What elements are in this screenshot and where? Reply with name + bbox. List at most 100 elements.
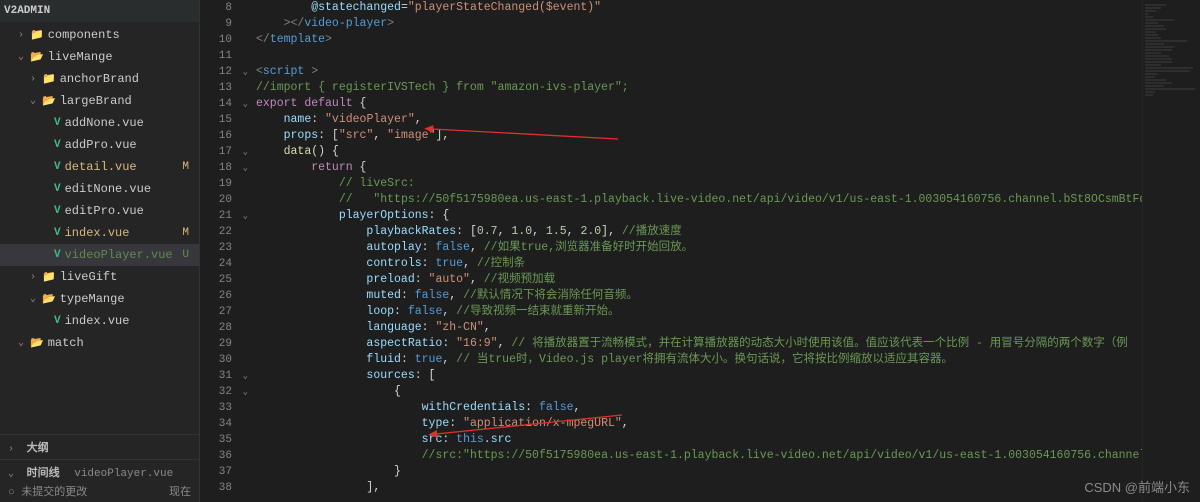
line-number: 14⌄: [200, 96, 250, 112]
line-number: 18⌄: [200, 160, 250, 176]
fold-icon[interactable]: ⌄: [243, 96, 248, 112]
tree-root[interactable]: V2ADMIN: [0, 0, 199, 22]
code-line[interactable]: muted: false, //默认情况下将会消除任何音频。: [250, 288, 1142, 304]
folder-icon: 📂: [42, 292, 56, 306]
chevron-icon: ›: [8, 444, 20, 455]
tree-file[interactable]: VaddNone.vue: [0, 112, 199, 134]
fold-icon[interactable]: ⌄: [243, 208, 248, 224]
code-line[interactable]: }: [250, 464, 1142, 480]
tree-file[interactable]: VeditNone.vue: [0, 178, 199, 200]
code-line[interactable]: playerOptions: {: [250, 208, 1142, 224]
code-line[interactable]: <script >: [250, 64, 1142, 80]
tree-folder[interactable]: ⌄📂match: [0, 332, 199, 354]
tree-item-label: anchorBrand: [60, 72, 139, 86]
line-number: 10: [200, 32, 250, 48]
line-number: 13: [200, 80, 250, 96]
code-area[interactable]: @statechanged="playerStateChanged($event…: [250, 0, 1142, 502]
code-editor[interactable]: 89101112⌄1314⌄151617⌄18⌄192021⌄222324252…: [200, 0, 1200, 502]
timeline-section[interactable]: ⌄ 时间线 videoPlayer.vue: [0, 459, 199, 480]
code-line[interactable]: sources: [: [250, 368, 1142, 384]
tree-item-label: liveGift: [60, 270, 118, 284]
folder-icon: 📂: [30, 50, 44, 64]
minimap[interactable]: [1142, 0, 1200, 502]
tree-file[interactable]: VaddPro.vue: [0, 134, 199, 156]
tree-file[interactable]: VeditPro.vue: [0, 200, 199, 222]
code-line[interactable]: language: "zh-CN",: [250, 320, 1142, 336]
timeline-now: 现在: [169, 483, 191, 499]
tree-folder[interactable]: ›📁liveGift: [0, 266, 199, 288]
timeline-row[interactable]: ○ 未提交的更改 现在: [0, 480, 199, 502]
git-status-badge: M: [182, 227, 189, 239]
code-line[interactable]: props: ["src", "image"],: [250, 128, 1142, 144]
line-number: 16: [200, 128, 250, 144]
fold-icon[interactable]: ⌄: [243, 144, 248, 160]
code-line[interactable]: autoplay: false, //如果true,浏览器准备好时开始回放。: [250, 240, 1142, 256]
tree-folder[interactable]: ⌄📂liveMange: [0, 46, 199, 68]
fold-icon[interactable]: ⌄: [243, 160, 248, 176]
code-line[interactable]: </template>: [250, 32, 1142, 48]
vue-icon: V: [54, 205, 61, 217]
code-line[interactable]: return {: [250, 160, 1142, 176]
line-number: 11: [200, 48, 250, 64]
code-line[interactable]: preload: "auto", //视频预加载: [250, 272, 1142, 288]
chevron-icon: ›: [18, 30, 30, 41]
tree-item-label: largeBrand: [60, 94, 132, 108]
tree-file[interactable]: VvideoPlayer.vueU: [0, 244, 199, 266]
vue-icon: V: [54, 117, 61, 129]
code-line[interactable]: loop: false, //导致视频一结束就重新开始。: [250, 304, 1142, 320]
code-line[interactable]: @statechanged="playerStateChanged($event…: [250, 0, 1142, 16]
tree-file[interactable]: Vindex.vueM: [0, 222, 199, 244]
code-line[interactable]: aspectRatio: "16:9", // 将播放器置于流畅模式，并在计算播…: [250, 336, 1142, 352]
vue-icon: V: [54, 315, 61, 327]
code-line[interactable]: ],: [250, 480, 1142, 496]
code-line[interactable]: type: "application/x-mpegURL",: [250, 416, 1142, 432]
tree-file[interactable]: Vindex.vue: [0, 310, 199, 332]
code-line[interactable]: name: "videoPlayer",: [250, 112, 1142, 128]
code-line[interactable]: controls: true, //控制条: [250, 256, 1142, 272]
root-label: V2ADMIN: [4, 5, 50, 17]
tree-folder[interactable]: ›📁anchorBrand: [0, 68, 199, 90]
tree-item-label: videoPlayer.vue: [65, 248, 173, 262]
code-line[interactable]: //import { registerIVSTech } from "amazo…: [250, 80, 1142, 96]
line-number: 17⌄: [200, 144, 250, 160]
vue-icon: V: [54, 183, 61, 195]
code-line[interactable]: //src:"https://50f5175980ea.us-east-1.pl…: [250, 448, 1142, 464]
code-line[interactable]: export default {: [250, 96, 1142, 112]
tree-file[interactable]: Vdetail.vueM: [0, 156, 199, 178]
tree-folder[interactable]: ⌄📂typeMange: [0, 288, 199, 310]
tree-item-label: match: [48, 336, 84, 350]
tree-folder[interactable]: ⌄📂largeBrand: [0, 90, 199, 112]
outline-section[interactable]: › 大纲: [0, 434, 199, 459]
line-number: 32⌄: [200, 384, 250, 400]
code-line[interactable]: playbackRates: [0.7, 1.0, 1.5, 2.0], //播…: [250, 224, 1142, 240]
line-number: 31⌄: [200, 368, 250, 384]
fold-icon[interactable]: ⌄: [243, 64, 248, 80]
code-line[interactable]: [250, 48, 1142, 64]
fold-icon[interactable]: ⌄: [243, 368, 248, 384]
folder-icon: 📁: [42, 72, 56, 86]
code-line[interactable]: data() {: [250, 144, 1142, 160]
line-number: 9: [200, 16, 250, 32]
vue-icon: V: [54, 161, 61, 173]
folder-icon: 📂: [30, 336, 44, 350]
git-status-badge: M: [182, 161, 189, 173]
uncommitted-changes: ○ 未提交的更改: [8, 483, 87, 499]
line-number: 20: [200, 192, 250, 208]
code-line[interactable]: withCredentials: false,: [250, 400, 1142, 416]
code-line[interactable]: // "https://50f5175980ea.us-east-1.playb…: [250, 192, 1142, 208]
folder-icon: 📁: [42, 270, 56, 284]
line-gutter: 89101112⌄1314⌄151617⌄18⌄192021⌄222324252…: [200, 0, 250, 502]
code-line[interactable]: ></video-player>: [250, 16, 1142, 32]
tree-folder[interactable]: ›📁components: [0, 24, 199, 46]
git-status-badge: U: [182, 249, 189, 261]
line-number: 37: [200, 464, 250, 480]
line-number: 34: [200, 416, 250, 432]
line-number: 38: [200, 480, 250, 496]
code-line[interactable]: fluid: true, // 当true时，Video.js player将拥…: [250, 352, 1142, 368]
fold-icon[interactable]: ⌄: [243, 384, 248, 400]
code-line[interactable]: // liveSrc:: [250, 176, 1142, 192]
code-line[interactable]: {: [250, 384, 1142, 400]
tree-item-label: addPro.vue: [65, 138, 137, 152]
line-number: 29: [200, 336, 250, 352]
code-line[interactable]: src: this.src: [250, 432, 1142, 448]
